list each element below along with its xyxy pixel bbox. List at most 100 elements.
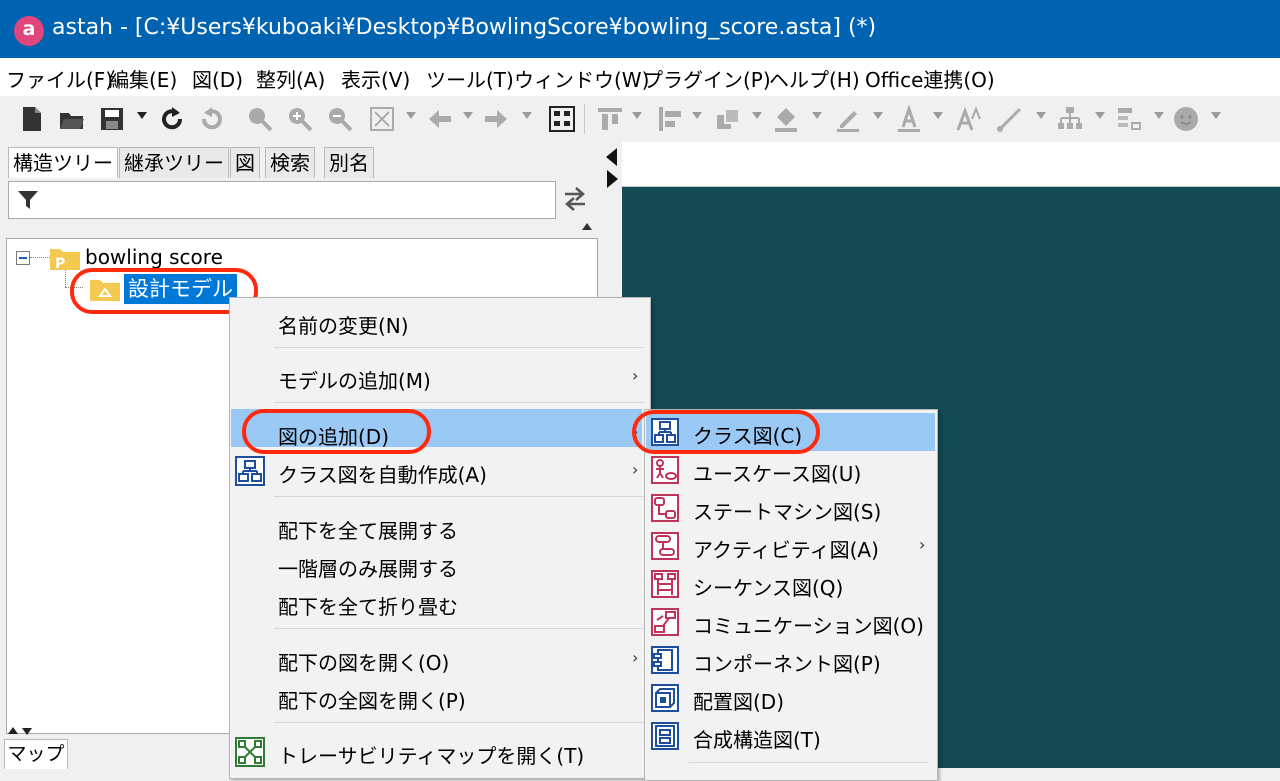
menu-edit[interactable]: 編集(E) [109, 64, 177, 93]
align-left-icon[interactable] [656, 105, 684, 133]
menu-window[interactable]: ウィンドウ(W) [514, 64, 649, 93]
new-file-icon[interactable] [18, 105, 46, 133]
tab-diagram[interactable]: 図 [230, 147, 260, 178]
menu-separator [274, 628, 644, 629]
title-bar: a astah - [C:¥Users¥kuboaki¥Desktop¥Bowl… [0, 0, 1280, 58]
toolbar-separator [584, 104, 585, 134]
zoom-in-icon[interactable] [286, 105, 314, 133]
menu-item-open-traceability-map[interactable]: トレーサビリティマップを開く(T) [278, 740, 584, 769]
diagram-tab-bar [622, 142, 1280, 187]
fill-color-icon[interactable] [772, 105, 800, 133]
compartment-dropdown-arrow-icon[interactable] [1154, 112, 1164, 119]
menu-separator [689, 762, 929, 763]
context-menu: 名前の変更(N) モデルの追加(M) › 図の追加(D) › クラス図を自動作成… [229, 297, 651, 779]
menu-separator [274, 402, 644, 403]
window-title: astah - [C:¥Users¥kuboaki¥Desktop¥Bowlin… [52, 15, 877, 40]
split-up-arrow-icon[interactable] [8, 727, 18, 734]
expand-right-arrow-icon[interactable] [607, 170, 618, 188]
undo-icon[interactable] [158, 105, 186, 133]
project-folder-icon: P [50, 249, 80, 271]
forward-arrow-icon[interactable] [482, 105, 510, 133]
line-color-dropdown-arrow-icon[interactable] [873, 112, 883, 119]
stereotype-face-icon[interactable] [1172, 105, 1200, 133]
submenu-item-deployment-diagram[interactable]: 配置図(D) [693, 686, 784, 715]
tree-filter-input[interactable] [8, 181, 556, 219]
add-diagram-submenu: クラス図(C) ユースケース図(U) ステートマシン図(S) アクティビティ図(… [644, 409, 938, 781]
filter-icon [18, 191, 38, 209]
menu-item-expand-one-level[interactable]: 一階層のみ展開する [278, 553, 458, 582]
menu-view[interactable]: 表示(V) [341, 64, 410, 93]
arrange-dropdown-arrow-icon[interactable] [752, 112, 762, 119]
back-arrow-icon[interactable] [426, 105, 454, 133]
menu-plugin[interactable]: プラグイン(P) [643, 64, 771, 93]
redo-icon[interactable] [198, 105, 226, 133]
zoom-fit-icon[interactable] [246, 105, 274, 133]
menu-item-collapse-all[interactable]: 配下を全て折り畳む [278, 591, 458, 620]
tab-inheritance-tree[interactable]: 継承ツリー [119, 147, 229, 178]
menu-item-rename[interactable]: 名前の変更(N) [278, 310, 409, 339]
save-dropdown-arrow-icon[interactable] [137, 112, 147, 119]
menu-item-expand-all[interactable]: 配下を全て展開する [278, 515, 458, 544]
structure-icon[interactable] [548, 105, 576, 133]
line-color-icon[interactable] [834, 105, 862, 133]
menu-separator [274, 347, 644, 348]
activity-diagram-icon [651, 532, 679, 560]
font-size-icon[interactable] [955, 105, 983, 133]
align-left-dropdown-arrow-icon[interactable] [692, 112, 702, 119]
usecase-diagram-icon [651, 456, 679, 484]
font-color-icon[interactable] [895, 105, 923, 133]
submenu-item-statemachine-diagram[interactable]: ステートマシン図(S) [693, 496, 881, 525]
submenu-item-sequence-diagram[interactable]: シーケンス図(Q) [693, 572, 843, 601]
menu-item-add-model[interactable]: モデルの追加(M) [278, 365, 431, 394]
menu-item-open-all-diagrams[interactable]: 配下の全図を開く(P) [278, 685, 466, 714]
annotation-ring-class-diagram [632, 410, 820, 454]
compartment-icon[interactable] [1115, 105, 1143, 133]
menu-tools[interactable]: ツール(T) [426, 64, 514, 93]
submenu-item-activity-diagram[interactable]: アクティビティ図(A) [693, 534, 879, 563]
collapse-left-arrow-icon[interactable] [606, 148, 617, 166]
tab-alias[interactable]: 別名 [324, 147, 374, 178]
tab-map[interactable]: マップ [4, 739, 68, 769]
tab-structure-tree[interactable]: 構造ツリー [8, 147, 118, 178]
menu-item-auto-class-diagram[interactable]: クラス図を自動作成(A) [278, 459, 487, 488]
align-top-icon[interactable] [596, 105, 624, 133]
tab-search[interactable]: 検索 [265, 147, 315, 178]
sequence-diagram-icon [651, 570, 679, 598]
menu-diagram[interactable]: 図(D) [192, 64, 243, 93]
class-diagram-icon [235, 456, 265, 486]
sync-arrows-icon[interactable] [562, 184, 588, 214]
annotation-ring-add-diagram [242, 409, 431, 454]
menu-separator [274, 496, 644, 497]
fit-window-icon[interactable] [368, 105, 396, 133]
menu-office[interactable]: Office連携(O) [865, 64, 995, 93]
zoom-out-icon[interactable] [326, 105, 354, 133]
collapse-up-arrow-icon[interactable] [582, 223, 592, 230]
font-color-dropdown-arrow-icon[interactable] [933, 112, 943, 119]
line-style-icon[interactable] [996, 105, 1024, 133]
tree-node-project[interactable]: bowling score [85, 245, 223, 269]
submenu-item-usecase-diagram[interactable]: ユースケース図(U) [693, 458, 861, 487]
arrange-order-icon[interactable] [714, 105, 742, 133]
submenu-item-component-diagram[interactable]: コンポーネント図(P) [693, 648, 881, 677]
forward-dropdown-arrow-icon[interactable] [522, 112, 532, 119]
tree-collapse-toggle[interactable] [16, 251, 30, 265]
menu-help[interactable]: ヘルプ(H) [769, 64, 860, 93]
astah-app-icon[interactable]: a [14, 16, 44, 46]
stereotype-dropdown-arrow-icon[interactable] [1211, 112, 1221, 119]
submenu-item-communication-diagram[interactable]: コミュニケーション図(O) [693, 610, 924, 639]
menu-file[interactable]: ファイル(F) [6, 64, 113, 93]
align-top-dropdown-arrow-icon[interactable] [632, 112, 642, 119]
fit-dropdown-arrow-icon[interactable] [406, 112, 416, 119]
fill-color-dropdown-arrow-icon[interactable] [812, 112, 822, 119]
open-folder-icon[interactable] [58, 105, 86, 133]
line-style-dropdown-arrow-icon[interactable] [1036, 112, 1046, 119]
menu-item-open-child-diagrams[interactable]: 配下の図を開く(O) [278, 647, 449, 676]
tree-layout-dropdown-arrow-icon[interactable] [1095, 112, 1105, 119]
submenu-item-composite-structure-diagram[interactable]: 合成構造図(T) [693, 724, 821, 753]
menu-align[interactable]: 整列(A) [256, 64, 325, 93]
back-dropdown-arrow-icon[interactable] [463, 112, 473, 119]
menu-separator [274, 722, 644, 723]
split-down-arrow-icon[interactable] [22, 728, 32, 735]
tree-layout-icon[interactable] [1056, 105, 1084, 133]
save-icon[interactable] [98, 105, 126, 133]
